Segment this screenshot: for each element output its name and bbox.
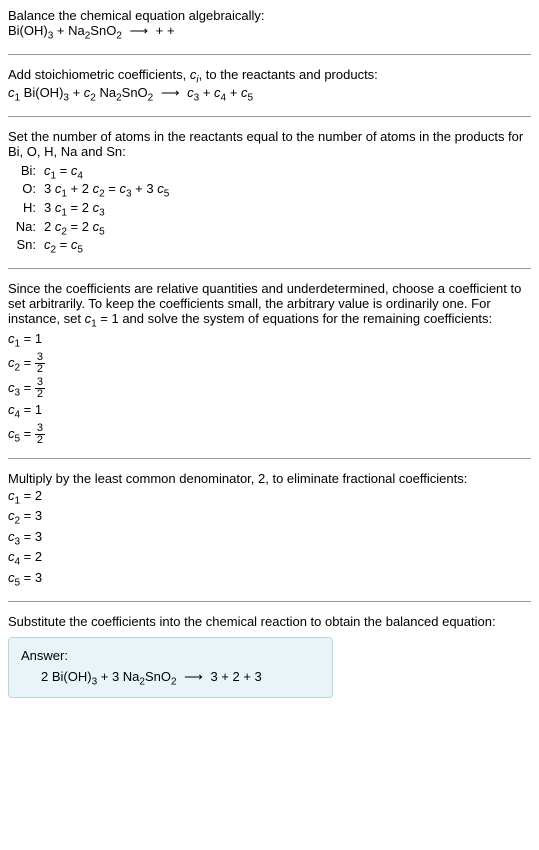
reactant2b: SnO — [90, 23, 116, 38]
solve-section: Since the coefficients are relative quan… — [8, 281, 531, 446]
coef-line: c5 = 32 — [8, 423, 531, 446]
atoms-section: Set the number of atoms in the reactants… — [8, 129, 531, 256]
products: + + — [156, 23, 175, 38]
coef-line: c3 = 3 — [8, 529, 531, 548]
solve-text: Since the coefficients are relative quan… — [8, 281, 531, 330]
coef-line: c5 = 3 — [8, 570, 531, 589]
final-text: Substitute the coefficients into the che… — [8, 614, 531, 629]
reactant2a: Na — [68, 23, 85, 38]
arrow: ⟶ — [130, 23, 149, 38]
atom-row-h: H: 3 c1 = 2 c3 — [8, 200, 531, 219]
reactant2b-sub: 2 — [116, 31, 122, 42]
coef-line: c2 = 32 — [8, 352, 531, 375]
coef-line: c1 = 2 — [8, 488, 531, 507]
coef-line: c4 = 2 — [8, 549, 531, 568]
coef-line: c2 = 3 — [8, 508, 531, 527]
coef-line: c4 = 1 — [8, 402, 531, 421]
divider — [8, 116, 531, 117]
plus1: + — [53, 23, 68, 38]
answer-equation: 2 Bi(OH)3 + 3 Na2SnO2 ⟶ 3 + 2 + 3 — [21, 669, 320, 688]
answer-label: Answer: — [21, 648, 320, 663]
answer-box: Answer: 2 Bi(OH)3 + 3 Na2SnO2 ⟶ 3 + 2 + … — [8, 637, 333, 699]
intro-section: Balance the chemical equation algebraica… — [8, 8, 531, 42]
atom-row-bi: Bi: c1 = c4 — [8, 163, 531, 182]
atom-row-o: O: 3 c1 + 2 c2 = c3 + 3 c5 — [8, 181, 531, 200]
solve-lines: c1 = 1 c2 = 32 c3 = 32 c4 = 1 c5 = 32 — [8, 331, 531, 445]
intro-equation: Bi(OH)3 + Na2SnO2 ⟶ + + — [8, 23, 531, 42]
atoms-text: Set the number of atoms in the reactants… — [8, 129, 531, 159]
mult-text: Multiply by the least common denominator… — [8, 471, 531, 486]
final-section: Substitute the coefficients into the che… — [8, 614, 531, 699]
stoich-section: Add stoichiometric coefficients, ci, to … — [8, 67, 531, 104]
stoich-text: Add stoichiometric coefficients, ci, to … — [8, 67, 531, 86]
reactant1: Bi(OH) — [8, 23, 48, 38]
intro-line1: Balance the chemical equation algebraica… — [8, 8, 531, 23]
coef-line: c3 = 32 — [8, 377, 531, 400]
atom-row-na: Na: 2 c2 = 2 c5 — [8, 219, 531, 238]
divider — [8, 601, 531, 602]
divider — [8, 54, 531, 55]
mult-lines: c1 = 2 c2 = 3 c3 = 3 c4 = 2 c5 = 3 — [8, 488, 531, 589]
divider — [8, 268, 531, 269]
atom-table: Bi: c1 = c4 O: 3 c1 + 2 c2 = c3 + 3 c5 H… — [8, 163, 531, 256]
coef-line: c1 = 1 — [8, 331, 531, 350]
mult-section: Multiply by the least common denominator… — [8, 471, 531, 589]
atom-row-sn: Sn: c2 = c5 — [8, 237, 531, 256]
stoich-equation: c1 Bi(OH)3 + c2 Na2SnO2 ⟶ c3 + c4 + c5 — [8, 85, 531, 104]
divider — [8, 458, 531, 459]
